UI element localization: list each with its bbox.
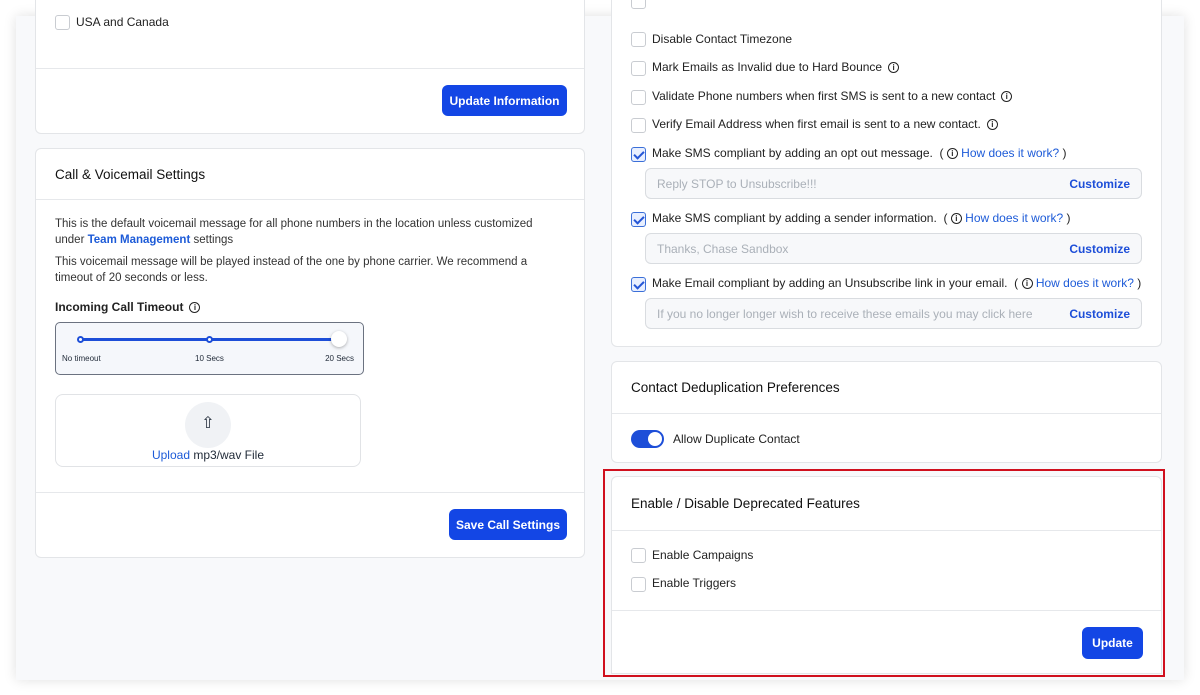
option-label: Disable Contact Timezone	[652, 32, 793, 46]
allow-duplicate-label: Allow Duplicate Contact	[673, 432, 800, 446]
info-icon: i	[946, 148, 958, 159]
info-icon: i	[950, 213, 962, 224]
cloud-upload-icon: ⇧	[185, 402, 231, 448]
call-voicemail-card: Call & Voicemail Settings This is the de…	[35, 148, 585, 558]
upload-dropzone[interactable]: ⇧ Upload mp3/wav File	[55, 394, 361, 467]
customize-button[interactable]: Customize	[1069, 307, 1130, 321]
timeout-label: Incoming Call Timeout i	[55, 300, 201, 314]
allow-duplicate-toggle[interactable]	[631, 430, 664, 448]
usa-canada-label: USA and Canada	[76, 15, 169, 29]
option-checkbox[interactable]	[631, 32, 646, 47]
info-icon: i	[888, 62, 900, 73]
info-icon: i	[986, 119, 998, 130]
email-unsubscribe-checkbox[interactable]	[631, 277, 646, 292]
option-checkbox[interactable]	[631, 118, 646, 133]
voicemail-recommendation: This voicemail message will be played in…	[55, 256, 528, 284]
option-checkbox[interactable]	[631, 90, 646, 105]
slider-label: 10 Secs	[195, 354, 224, 363]
timeout-slider[interactable]: No timeout 10 Secs 20 Secs	[55, 322, 364, 375]
dedup-title: Contact Deduplication Preferences	[631, 380, 840, 395]
option-label: Validate Phone numbers when first SMS is…	[652, 89, 1013, 103]
sms-optout-field[interactable]: Reply STOP to Unsubscribe!!! Customize	[645, 168, 1142, 199]
slider-stop[interactable]	[77, 336, 84, 343]
deduplication-card: Contact Deduplication Preferences Allow …	[611, 361, 1162, 463]
slider-label: No timeout	[62, 354, 101, 363]
voicemail-description: This is the default voicemail message fo…	[55, 218, 533, 246]
option-checkbox[interactable]	[631, 61, 646, 76]
option-label: Mark Emails as Invalid due to Hard Bounc…	[652, 60, 900, 74]
slider-stop[interactable]	[206, 336, 213, 343]
contact-settings-card: Disable Contact Timezone Mark Emails as …	[611, 0, 1162, 347]
sms-sender-checkbox[interactable]	[631, 212, 646, 227]
info-icon: i	[1021, 278, 1033, 289]
option-checkbox[interactable]	[631, 0, 646, 9]
update-information-button[interactable]: Update Information	[442, 85, 567, 116]
sms-optout-checkbox[interactable]	[631, 147, 646, 162]
how-does-it-work-link[interactable]: How does it work?	[1036, 276, 1134, 290]
email-unsubscribe-field[interactable]: If you no longer longer wish to receive …	[645, 298, 1142, 329]
info-icon: i	[1001, 91, 1013, 102]
location-card: USA and Canada Update Information	[35, 0, 585, 134]
save-call-settings-button[interactable]: Save Call Settings	[449, 509, 567, 540]
how-does-it-work-link[interactable]: How does it work?	[961, 146, 1059, 160]
team-management-link[interactable]: Team Management	[88, 234, 191, 246]
compliance-label: Make Email compliant by adding an Unsubs…	[652, 276, 1142, 290]
compliance-label: Make SMS compliant by adding a sender in…	[652, 211, 1071, 225]
customize-button[interactable]: Customize	[1069, 177, 1130, 191]
slider-handle[interactable]	[331, 331, 347, 347]
sms-sender-field[interactable]: Thanks, Chase Sandbox Customize	[645, 233, 1142, 264]
customize-button[interactable]: Customize	[1069, 242, 1130, 256]
highlight-box	[603, 469, 1165, 677]
usa-canada-checkbox[interactable]	[55, 15, 70, 30]
compliance-label: Make SMS compliant by adding an opt out …	[652, 146, 1067, 160]
slider-label: 20 Secs	[325, 354, 354, 363]
how-does-it-work-link[interactable]: How does it work?	[965, 211, 1063, 225]
upload-text: mp3/wav File	[190, 448, 265, 462]
call-settings-title: Call & Voicemail Settings	[55, 167, 206, 182]
upload-link[interactable]: Upload	[152, 448, 190, 462]
info-icon: i	[189, 302, 201, 313]
option-label: Verify Email Address when first email is…	[652, 117, 998, 131]
